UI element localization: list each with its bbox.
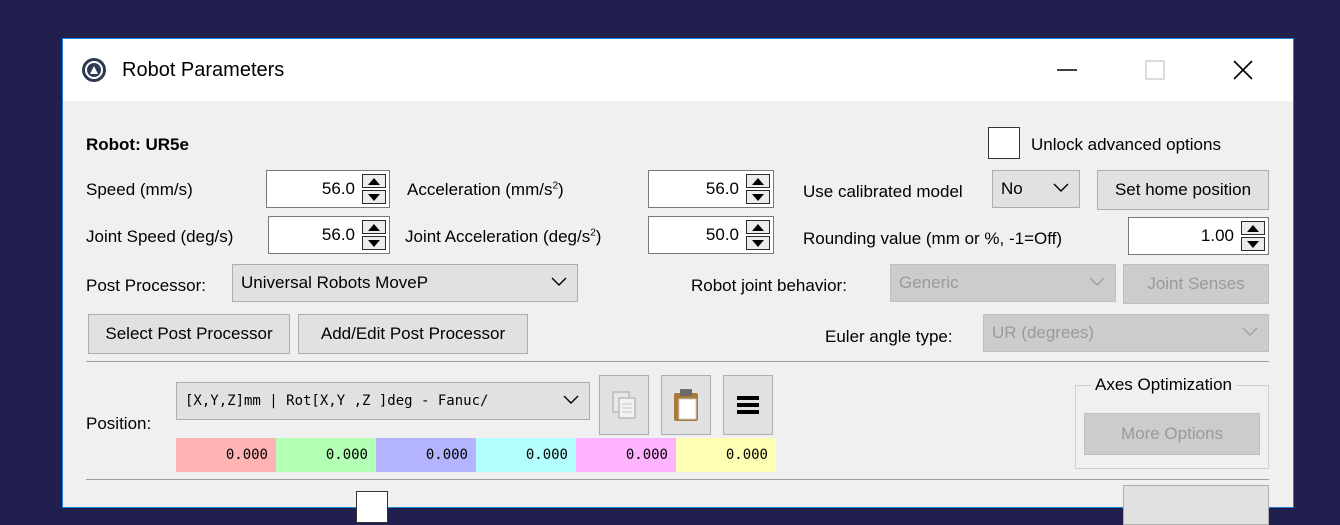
close-icon xyxy=(1233,60,1253,80)
spin-up-icon[interactable] xyxy=(362,174,386,188)
post-processor-value: Universal Robots MoveP xyxy=(241,273,429,292)
button[interactable] xyxy=(1123,485,1269,525)
spin-up-icon[interactable] xyxy=(746,174,770,188)
euler-angle-value: UR (degrees) xyxy=(992,323,1095,342)
spin-down-icon[interactable] xyxy=(1241,237,1265,251)
robot-name-label: Robot: UR5e xyxy=(86,135,189,154)
position-ry-value[interactable]: 0.000 xyxy=(576,438,676,472)
minimize-button[interactable] xyxy=(1021,39,1113,101)
euler-angle-select[interactable]: UR (degrees) xyxy=(983,314,1269,352)
joint-speed-value: 56.0 xyxy=(321,225,355,244)
position-format-select[interactable]: [X,Y,Z]mm | Rot[X,Y ,Z ]deg - Fanuc/ xyxy=(176,382,590,420)
position-menu-button[interactable] xyxy=(723,375,773,435)
position-rz-value[interactable]: 0.000 xyxy=(676,438,776,472)
rounding-value: 1.00 xyxy=(1200,226,1234,245)
calibrated-model-value: No xyxy=(1001,179,1023,198)
maximize-button[interactable] xyxy=(1109,39,1201,101)
checkbox[interactable] xyxy=(356,491,388,523)
spin-down-icon[interactable] xyxy=(362,236,386,250)
calibrated-model-label: Use calibrated model xyxy=(803,182,963,201)
speed-label: Speed (mm/s) xyxy=(86,180,193,199)
robodk-logo-icon xyxy=(82,58,106,82)
rounding-value-label: Rounding value (mm or %, -1=Off) xyxy=(803,229,1063,248)
chevron-down-icon xyxy=(551,277,567,286)
paste-icon xyxy=(674,389,698,421)
copy-icon xyxy=(612,391,636,419)
hamburger-menu-icon xyxy=(737,396,759,414)
joint-speed-label: Joint Speed (deg/s) xyxy=(86,227,234,246)
chevron-down-icon xyxy=(563,395,579,404)
spin-up-icon[interactable] xyxy=(1241,221,1265,235)
paste-position-button[interactable] xyxy=(661,375,711,435)
joint-acceleration-spinbox[interactable]: 50.0 xyxy=(648,216,774,254)
spin-up-icon[interactable] xyxy=(362,220,386,234)
add-edit-post-processor-button[interactable]: Add/Edit Post Processor xyxy=(298,314,528,354)
unlock-advanced-label: Unlock advanced options xyxy=(1031,135,1221,154)
position-z-value[interactable]: 0.000 xyxy=(376,438,476,472)
robot-parameters-window: Robot Parameters Robot: UR5e Unlock adva… xyxy=(62,38,1294,525)
acceleration-label: Acceleration (mm/s2) xyxy=(407,180,564,199)
joint-senses-button[interactable]: Joint Senses xyxy=(1123,264,1269,304)
rounding-value-spinbox[interactable]: 1.00 xyxy=(1128,217,1269,255)
maximize-icon xyxy=(1145,60,1165,80)
joint-behavior-label: Robot joint behavior: xyxy=(691,276,847,295)
speed-spinbox[interactable]: 56.0 xyxy=(266,170,390,208)
chevron-down-icon xyxy=(1242,327,1258,336)
position-format-value: [X,Y,Z]mm | Rot[X,Y ,Z ]deg - Fanuc/ xyxy=(185,393,489,409)
post-processor-label: Post Processor: xyxy=(86,276,206,295)
chevron-down-icon xyxy=(1089,277,1105,286)
spin-down-icon[interactable] xyxy=(362,190,386,204)
separator xyxy=(86,361,1269,362)
window-title: Robot Parameters xyxy=(122,59,285,81)
spin-up-icon[interactable] xyxy=(746,220,770,234)
copy-position-button[interactable] xyxy=(599,375,649,435)
minimize-icon xyxy=(1057,69,1077,71)
title-bar: Robot Parameters xyxy=(63,39,1293,101)
joint-behavior-value: Generic xyxy=(899,273,959,292)
acceleration-value: 56.0 xyxy=(705,179,739,198)
euler-angle-label: Euler angle type: xyxy=(825,327,953,346)
spin-down-icon[interactable] xyxy=(746,190,770,204)
acceleration-spinbox[interactable]: 56.0 xyxy=(648,170,774,208)
more-options-button[interactable]: More Options xyxy=(1084,413,1260,455)
unlock-advanced-checkbox[interactable] xyxy=(988,127,1020,159)
joint-acceleration-value: 50.0 xyxy=(705,225,739,244)
select-post-processor-button[interactable]: Select Post Processor xyxy=(88,314,290,354)
position-rx-value[interactable]: 0.000 xyxy=(476,438,576,472)
calibrated-model-select[interactable]: No xyxy=(992,170,1080,208)
joint-speed-spinbox[interactable]: 56.0 xyxy=(268,216,390,254)
position-y-value[interactable]: 0.000 xyxy=(276,438,376,472)
position-x-value[interactable]: 0.000 xyxy=(176,438,276,472)
joint-behavior-select[interactable]: Generic xyxy=(890,264,1116,302)
axes-optimization-title: Axes Optimization xyxy=(1091,375,1236,395)
set-home-position-button[interactable]: Set home position xyxy=(1097,170,1269,210)
joint-acceleration-label: Joint Acceleration (deg/s2) xyxy=(405,227,602,246)
post-processor-select[interactable]: Universal Robots MoveP xyxy=(232,264,578,302)
separator xyxy=(86,479,1269,480)
position-label: Position: xyxy=(86,414,152,433)
speed-value: 56.0 xyxy=(321,179,355,198)
close-button[interactable] xyxy=(1197,39,1289,101)
chevron-down-icon xyxy=(1053,183,1069,192)
spin-down-icon[interactable] xyxy=(746,236,770,250)
